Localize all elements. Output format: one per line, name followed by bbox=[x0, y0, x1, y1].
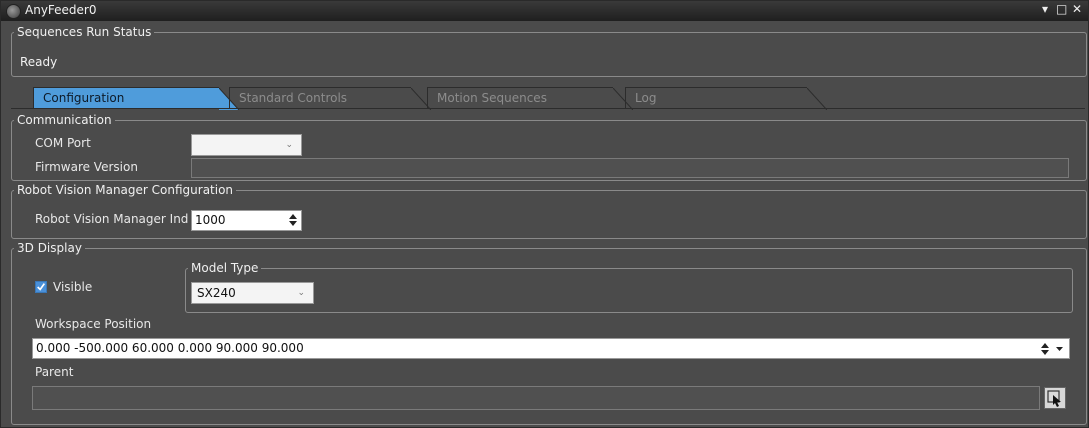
model-type-legend: Model Type bbox=[191, 261, 259, 275]
tab-slant-shape bbox=[807, 88, 827, 110]
workspace-position-label: Workspace Position bbox=[35, 317, 152, 331]
firmware-version-field[interactable] bbox=[191, 158, 1069, 178]
window-title: AnyFeeder0 bbox=[25, 3, 97, 17]
tab-motion-sequences-label: Motion Sequences bbox=[437, 91, 547, 105]
tab-log[interactable]: Log bbox=[625, 87, 827, 110]
tab-standard-controls[interactable]: Standard Controls bbox=[229, 87, 431, 110]
com-port-dropdown[interactable]: ⌄ bbox=[191, 134, 302, 156]
tab-bar: Configuration Standard Controls Motion S… bbox=[23, 87, 1083, 110]
firmware-version-label: Firmware Version bbox=[35, 160, 138, 174]
checkmark-icon bbox=[37, 283, 46, 291]
rvm-index-label: Robot Vision Manager Ind bbox=[35, 212, 189, 226]
close-button[interactable]: ✕ bbox=[1072, 2, 1082, 16]
model-type-group: Model Type bbox=[185, 261, 1073, 313]
pin-dropdown-button[interactable]: ▾ bbox=[1040, 2, 1050, 16]
rvm-config-group: Robot Vision Manager Configuration bbox=[11, 183, 1087, 239]
status-text: Ready bbox=[20, 55, 58, 69]
visible-checkbox[interactable] bbox=[35, 281, 47, 293]
spinner-arrows-icon[interactable] bbox=[1041, 341, 1065, 357]
parent-field[interactable] bbox=[32, 386, 1040, 410]
tab-divider bbox=[11, 108, 1085, 109]
anyfeeder-window: AnyFeeder0 ▾ □ ✕ Sequences Run Status Re… bbox=[0, 0, 1089, 428]
visible-label: Visible bbox=[53, 280, 93, 294]
status-group: Sequences Run Status Ready bbox=[11, 25, 1087, 77]
parent-label: Parent bbox=[35, 365, 74, 379]
cursor-select-icon bbox=[1047, 390, 1061, 407]
rvm-config-legend: Robot Vision Manager Configuration bbox=[17, 183, 234, 197]
communication-legend: Communication bbox=[17, 113, 112, 127]
app-icon bbox=[6, 4, 21, 19]
rvm-index-spinner[interactable]: 1000 bbox=[191, 210, 302, 231]
title-bar[interactable]: AnyFeeder0 ▾ □ ✕ bbox=[1, 1, 1088, 21]
chevron-down-icon: ⌄ bbox=[285, 140, 293, 150]
tab-log-label: Log bbox=[635, 91, 657, 105]
tab-configuration[interactable]: Configuration bbox=[33, 87, 239, 110]
tab-configuration-label: Configuration bbox=[43, 91, 125, 105]
parent-select-button[interactable] bbox=[1044, 387, 1066, 409]
maximize-button[interactable]: □ bbox=[1056, 2, 1067, 16]
model-type-value: SX240 bbox=[197, 286, 236, 300]
chevron-down-icon: ⌄ bbox=[297, 288, 305, 298]
display-3d-legend: 3D Display bbox=[17, 241, 82, 255]
tab-motion-sequences[interactable]: Motion Sequences bbox=[427, 87, 633, 110]
tab-standard-controls-label: Standard Controls bbox=[239, 91, 348, 105]
com-port-label: COM Port bbox=[35, 136, 91, 150]
status-legend: Sequences Run Status bbox=[17, 25, 152, 39]
spinner-arrows-icon[interactable] bbox=[289, 212, 297, 228]
workspace-position-value: 0.000 -500.000 60.000 0.000 90.000 90.00… bbox=[36, 341, 304, 355]
model-type-dropdown[interactable]: SX240 ⌄ bbox=[191, 282, 314, 304]
workspace-position-field[interactable]: 0.000 -500.000 60.000 0.000 90.000 90.00… bbox=[32, 338, 1070, 359]
rvm-index-value: 1000 bbox=[195, 213, 226, 227]
